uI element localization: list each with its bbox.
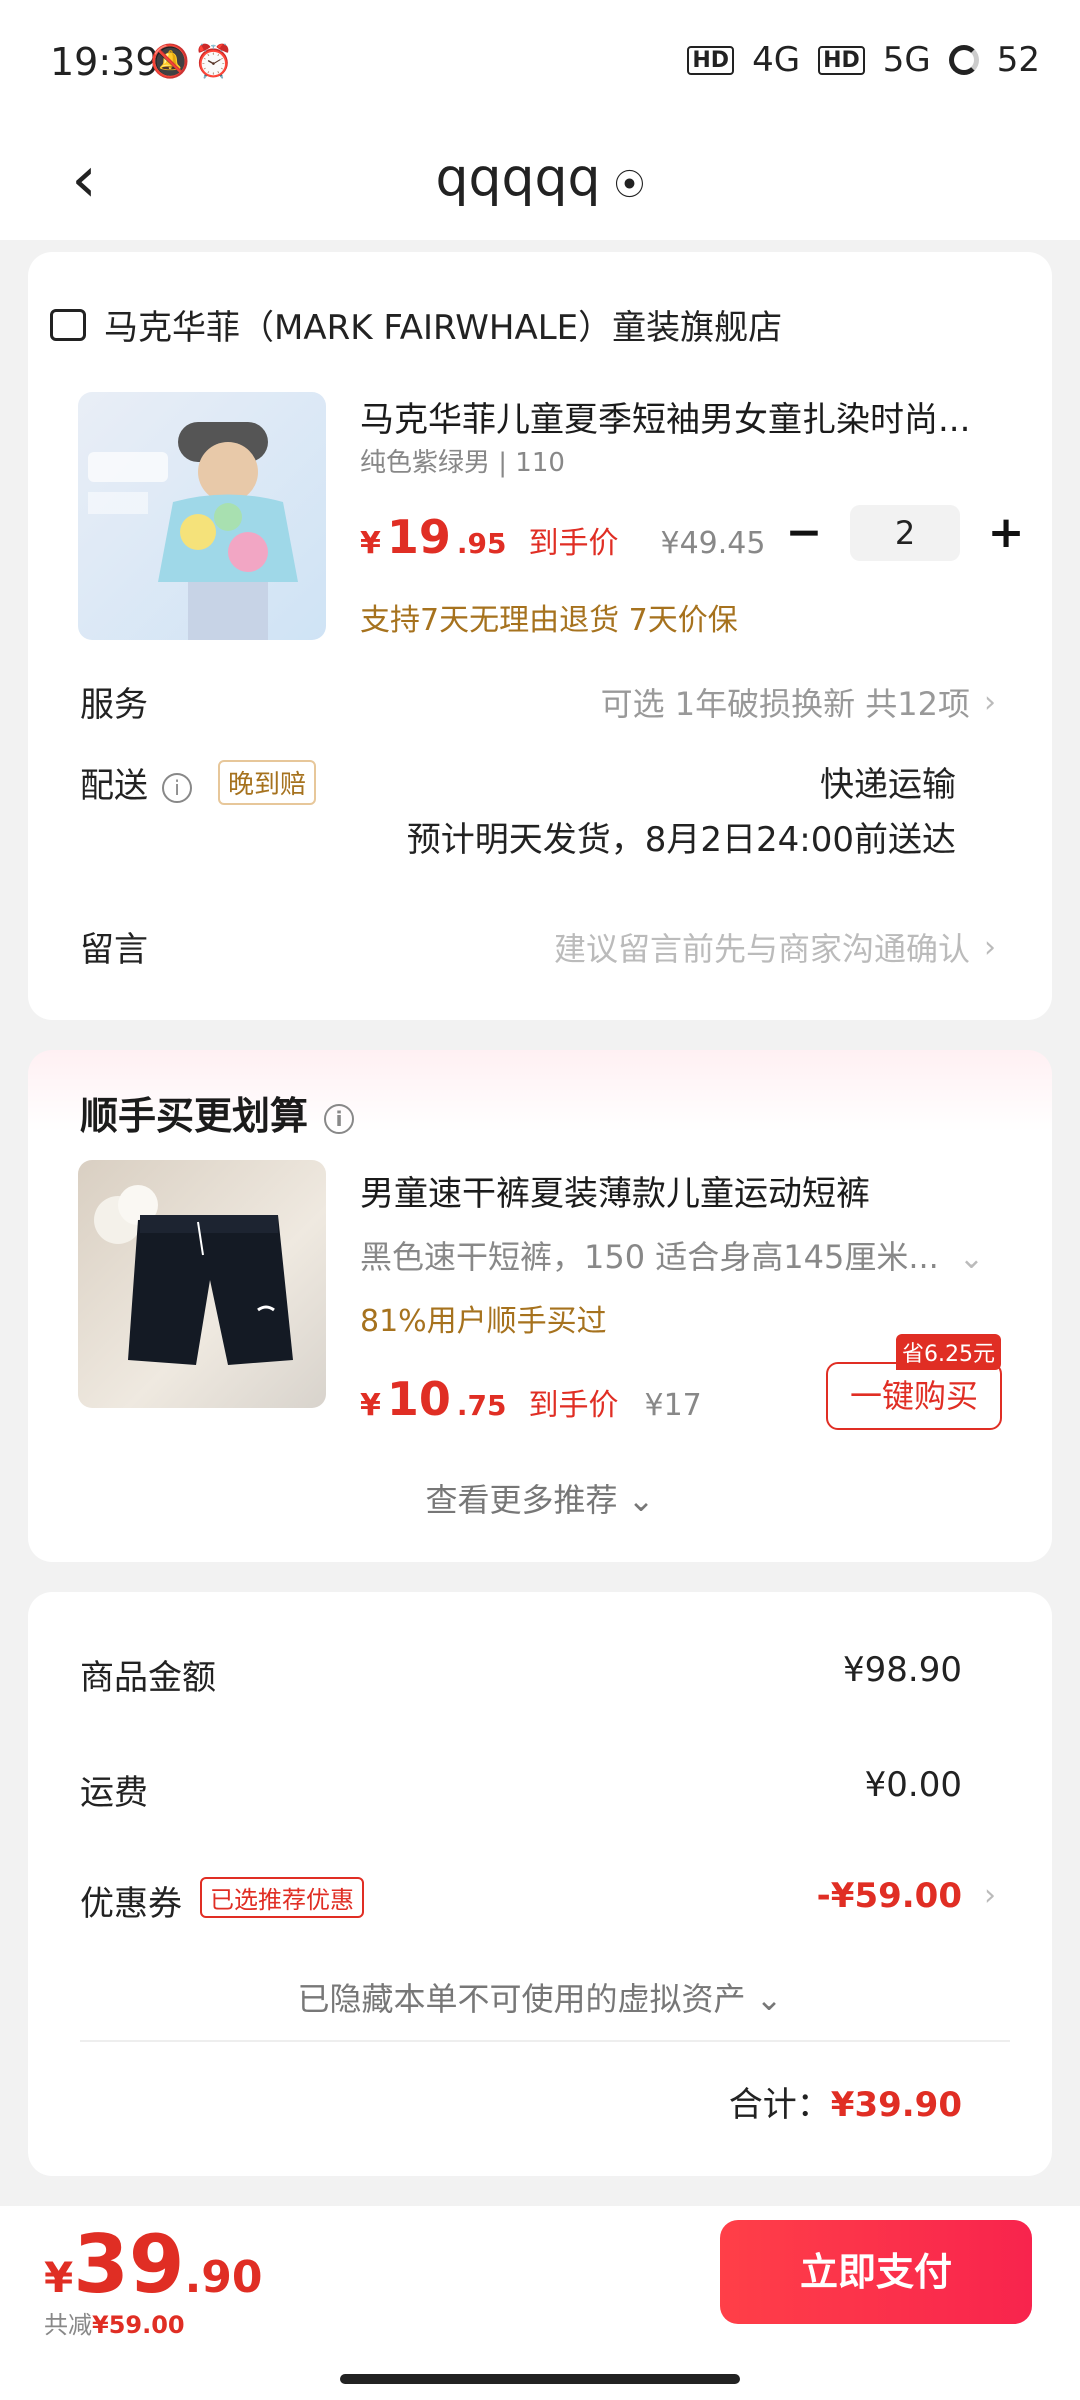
after-sale-support: 支持7天无理由退货 7天价保 (360, 603, 738, 638)
total-label: 合计： (728, 2085, 831, 2125)
status-bar: 19:39 🔕⏰ HD 4G HD 5G 52 (0, 0, 1080, 120)
shipping-label: 运费 (80, 1773, 148, 1813)
page-title[interactable]: qqqqq ⦿ (0, 148, 1080, 208)
price-currency: ¥ (360, 526, 381, 561)
savings-label: 共减 (44, 2311, 92, 2339)
hd-icon-2: HD (818, 45, 865, 75)
price-currency: ¥ (360, 1388, 381, 1423)
home-indicator[interactable] (340, 2374, 740, 2384)
battery-level: 52 (996, 40, 1040, 80)
alarm-icon: ⏰ (193, 42, 238, 80)
status-notification-icons: 🔕⏰ (150, 42, 238, 80)
delivery-label: 配送 i (80, 758, 192, 807)
product-title[interactable]: 马克华菲儿童夏季短袖男女童扎染时尚... (360, 392, 970, 441)
upsell-product-image[interactable] (78, 1160, 326, 1408)
info-icon[interactable]: i (162, 772, 192, 803)
mute-icon: 🔕 (150, 42, 194, 80)
upsell-sku-selector[interactable]: 黑色速干短裤，150 适合身高145厘米... ⌄ (360, 1232, 984, 1278)
nav-bar: ‹ qqqqq ⦿ (0, 120, 1080, 240)
product-image[interactable] (78, 392, 326, 640)
delivery-method: 快递运输 (820, 765, 956, 805)
pay-now-button[interactable]: 立即支付 (720, 2220, 1032, 2324)
upsell-price: ¥ 10 .75 到手价 ¥17 (360, 1372, 702, 1426)
status-time: 19:39 (50, 40, 160, 84)
original-price: ¥17 (644, 1388, 702, 1423)
shipping-value: ¥0.00 (864, 1765, 962, 1805)
delivery-eta: 预计明天发货，8月2日24:00前送达 (406, 820, 956, 860)
checkout-integer: 39 (73, 2218, 185, 2311)
coupon-tag: 已选推荐优惠 (200, 1877, 364, 1918)
store-header[interactable]: 马克华菲（MARK FAIRWHALE）童装旗舰店 (50, 300, 782, 349)
upsell-sku: 黑色速干短裤，150 适合身高145厘米... (360, 1238, 939, 1276)
message-placeholder: 建议留言前先与商家沟通确认 (553, 930, 970, 968)
service-selector[interactable]: 可选 1年破损换新 共12项 › (601, 679, 996, 725)
checkout-decimal: .90 (184, 2252, 263, 2303)
store-icon (50, 308, 86, 341)
price-integer: 10 (386, 1372, 451, 1426)
total-value: ¥39.90 (830, 2085, 962, 2125)
price-decimal: .75 (456, 1389, 507, 1422)
total-row: 合计：¥39.90 (729, 2077, 962, 2126)
signal-5g: 5G (882, 40, 931, 80)
address-name: qqqqq (435, 148, 601, 208)
goods-amount-label: 商品金额 (80, 1658, 216, 1698)
savings-badge: 省6.25元 (896, 1334, 1001, 1370)
original-price: ¥49.45 (660, 526, 766, 561)
hd-icon: HD (687, 45, 735, 75)
quantity-stepper: − 2 + (782, 505, 1028, 561)
battery-icon (948, 45, 979, 75)
quantity-field[interactable]: 2 (850, 505, 960, 561)
price-decimal: .95 (456, 527, 507, 560)
price-integer: 19 (386, 510, 451, 564)
service-label: 服务 (80, 685, 148, 725)
location-pin-icon: ⦿ (614, 168, 645, 203)
price-label: 到手价 (528, 1388, 619, 1423)
one-click-buy-button[interactable]: 一键购买 (826, 1362, 1002, 1430)
upsell-bought-rate: 81%用户顺手买过 (360, 1304, 607, 1339)
upsell-product-title[interactable]: 男童速干裤夏装薄款儿童运动短裤 (360, 1166, 870, 1215)
status-right: HD 4G HD 5G 52 (687, 40, 1040, 80)
info-icon[interactable]: i (324, 1103, 355, 1134)
delivery-label-text: 配送 (80, 766, 148, 806)
hidden-assets-toggle[interactable]: 已隐藏本单不可使用的虚拟资产 ⌄ (0, 1974, 1080, 2020)
goods-amount-value: ¥98.90 (843, 1650, 962, 1690)
divider (80, 2040, 1010, 2042)
signal-4g: 4G (752, 40, 801, 80)
service-value: 可选 1年破损换新 共12项 (600, 685, 970, 723)
chevron-right-icon: › (984, 684, 996, 720)
price-label: 到手价 (528, 526, 619, 561)
coupon-value[interactable]: -¥59.00 (817, 1876, 962, 1916)
chevron-down-icon: ⌄ (958, 1241, 984, 1276)
product-sku[interactable]: 纯色紫绿男 | 110 (360, 442, 565, 479)
savings-value: ¥59.00 (92, 2311, 185, 2339)
store-name: 马克华菲（MARK FAIRWHALE）童装旗舰店 (104, 308, 783, 348)
checkout-total: ¥ 39 .90 (44, 2218, 263, 2311)
message-label: 留言 (80, 930, 148, 970)
upsell-title: 顺手买更划算 i (80, 1085, 355, 1140)
chevron-right-icon: › (984, 929, 996, 965)
more-recommendations-link[interactable]: 查看更多推荐 ⌄ (0, 1475, 1080, 1521)
checkout-currency: ¥ (44, 2253, 74, 2302)
product-price: ¥ 19 .95 到手价 ¥49.45 (360, 510, 765, 564)
chevron-right-icon[interactable]: › (984, 1878, 996, 1913)
coupon-label: 优惠券 (80, 1884, 182, 1924)
decrease-button[interactable]: − (782, 511, 826, 555)
checkout-savings: 共减¥59.00 (44, 2305, 185, 2340)
late-compensation-badge: 晚到赔 (218, 760, 317, 805)
increase-button[interactable]: + (984, 511, 1028, 555)
message-field[interactable]: 建议留言前先与商家沟通确认 › (554, 924, 996, 970)
upsell-title-text: 顺手买更划算 (80, 1094, 309, 1138)
